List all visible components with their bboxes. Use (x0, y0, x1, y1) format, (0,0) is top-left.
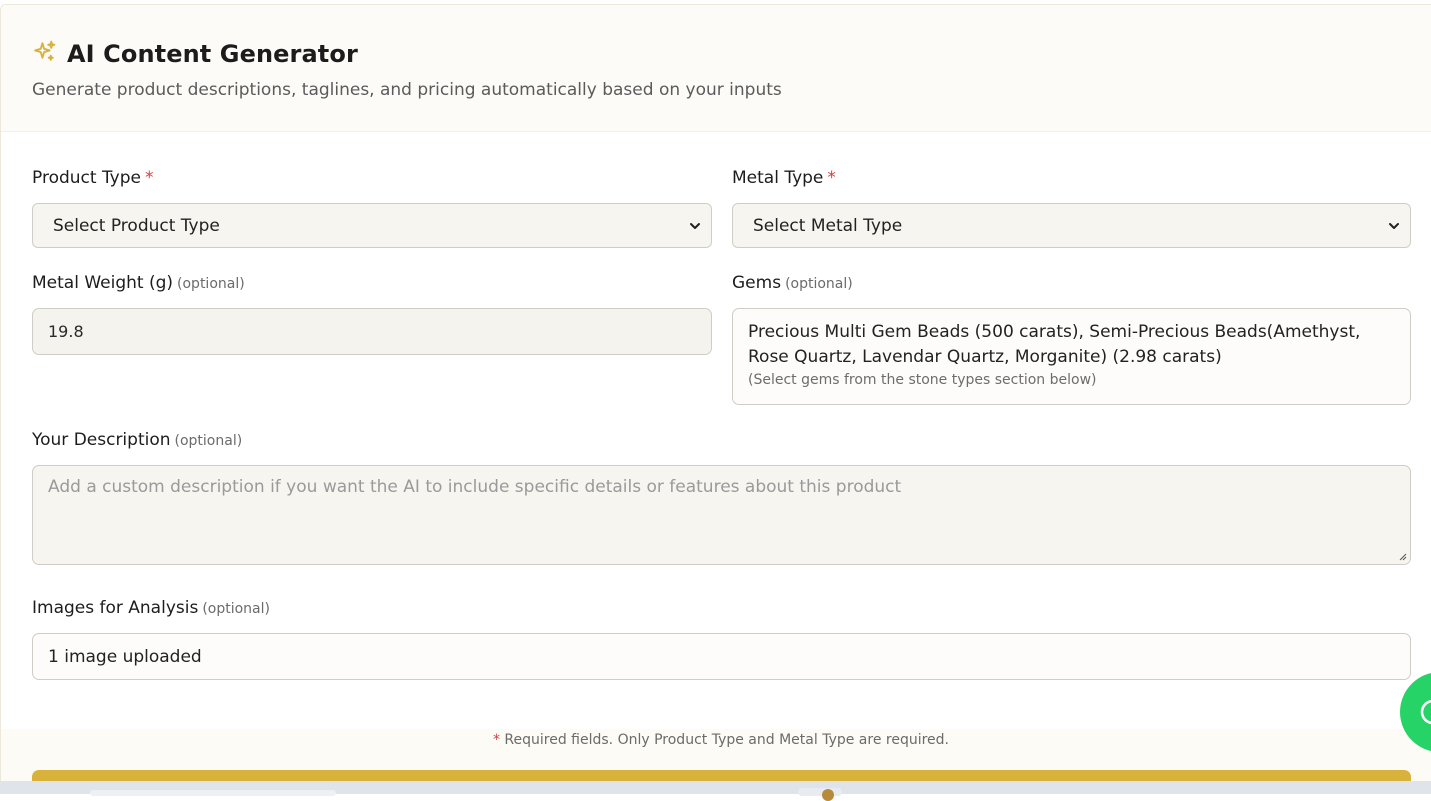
page-title: AI Content Generator (67, 39, 358, 68)
metal-weight-value: 19.8 (48, 322, 84, 341)
taskbar-app[interactable] (798, 788, 842, 801)
required-asterisk: * (827, 168, 836, 188)
gems-label: Gems (optional) (732, 273, 853, 293)
metal-weight-label-text: Metal Weight (g) (32, 273, 174, 293)
ai-content-generator-card: AI Content Generator Generate product de… (0, 4, 1431, 794)
metal-type-select[interactable]: Select Metal Type (732, 203, 1411, 248)
chevron-down-icon (1389, 222, 1399, 229)
optional-tag: (optional) (202, 601, 270, 617)
required-asterisk: * (492, 732, 500, 748)
metal-type-selected-value: Select Metal Type (753, 215, 903, 236)
page-subtitle: Generate product descriptions, taglines,… (32, 80, 782, 100)
images-upload-count: 1 image uploaded (48, 646, 202, 667)
metal-type-label: Metal Type * (732, 168, 836, 188)
metal-weight-label: Metal Weight (g) (optional) (32, 273, 245, 293)
metal-type-label-text: Metal Type (732, 168, 824, 188)
images-label-text: Images for Analysis (32, 598, 199, 618)
images-label: Images for Analysis (optional) (32, 598, 270, 618)
description-label-text: Your Description (32, 430, 171, 450)
product-type-select[interactable]: Select Product Type (32, 203, 712, 248)
optional-tag: (optional) (174, 433, 243, 449)
taskbar-search[interactable] (90, 790, 336, 796)
gems-field[interactable]: Precious Multi Gem Beads (500 carats), S… (732, 308, 1411, 405)
app-icon (822, 789, 834, 801)
gems-label-text: Gems (732, 273, 782, 293)
gems-hint: (Select gems from the stone types sectio… (748, 372, 1097, 388)
product-type-selected-value: Select Product Type (53, 215, 220, 236)
required-asterisk: * (145, 168, 154, 188)
resize-handle-icon[interactable] (1399, 553, 1407, 561)
product-type-label: Product Type * (32, 168, 154, 188)
sparkles-icon (32, 39, 57, 68)
whatsapp-icon (1420, 699, 1431, 725)
chevron-down-icon (690, 222, 700, 229)
images-upload-status[interactable]: 1 image uploaded (32, 633, 1411, 680)
title-row: AI Content Generator (32, 39, 358, 68)
required-fields-note-text: Required fields. Only Product Type and M… (499, 732, 950, 748)
required-fields-note: * Required fields. Only Product Type and… (1, 732, 1431, 748)
taskbar (0, 781, 1431, 801)
description-textarea[interactable]: Add a custom description if you want the… (32, 465, 1411, 565)
description-label: Your Description (optional) (32, 430, 242, 450)
card-header: AI Content Generator Generate product de… (1, 5, 1431, 132)
product-type-label-text: Product Type (32, 168, 141, 188)
metal-weight-input[interactable]: 19.8 (32, 308, 712, 355)
optional-tag: (optional) (177, 276, 245, 292)
gems-value: Precious Multi Gem Beads (500 carats), S… (748, 322, 1361, 367)
optional-tag: (optional) (785, 276, 853, 292)
description-placeholder: Add a custom description if you want the… (48, 477, 902, 497)
